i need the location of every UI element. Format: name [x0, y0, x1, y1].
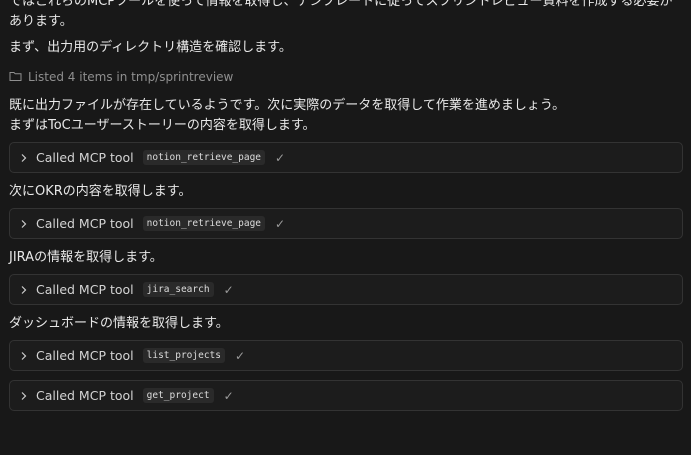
message-text: まず、出力用のディレクトリ構造を確認します。 — [9, 40, 292, 55]
chevron-right-icon[interactable] — [19, 391, 29, 401]
tool-name-chip: jira_search — [142, 282, 214, 297]
message-text: ダッシュボードの情報を取得します。 — [9, 316, 229, 331]
chevron-right-icon[interactable] — [19, 153, 29, 163]
message-text: 次にOKRの内容を取得します。 — [9, 184, 192, 199]
tool-name-chip: notion_retrieve_page — [142, 150, 266, 165]
tool-call-label: Called MCP tool — [36, 150, 134, 165]
listed-items-status[interactable]: Listed 4 items in tmp/sprintreview — [9, 68, 683, 86]
chevron-right-icon[interactable] — [19, 351, 29, 361]
tool-call-row[interactable]: Called MCP tool list_projects ✓ — [9, 340, 683, 371]
folder-icon — [9, 70, 22, 85]
tool-name-chip: list_projects — [142, 348, 225, 363]
tool-call-label: Called MCP tool — [36, 216, 134, 231]
message-text: JIRAの情報を取得します。 — [9, 250, 163, 265]
checkmark-icon: ✓ — [275, 216, 286, 231]
message-text: ではこれらのMCPツールを使って情報を取得し、テンプレートに従ってスプリントレビ… — [9, 0, 673, 9]
listed-items-text: Listed 4 items in tmp/sprintreview — [28, 70, 234, 84]
tool-call-row[interactable]: Called MCP tool notion_retrieve_page ✓ — [9, 142, 683, 173]
message-text: 既に出力ファイルが存在しているようです。次に実際のデータを取得して作業を進めまし… — [9, 98, 566, 113]
message-text: あります。 — [9, 14, 73, 29]
checkmark-icon: ✓ — [275, 150, 286, 165]
tool-call-label: Called MCP tool — [36, 388, 134, 403]
checkmark-icon: ✓ — [223, 388, 234, 403]
checkmark-icon: ✓ — [235, 348, 246, 363]
tool-call-label: Called MCP tool — [36, 282, 134, 297]
tool-name-chip: notion_retrieve_page — [142, 216, 266, 231]
checkmark-icon: ✓ — [223, 282, 234, 297]
message-text: まずはToCユーザーストーリーの内容を取得します。 — [9, 118, 316, 133]
tool-call-row[interactable]: Called MCP tool notion_retrieve_page ✓ — [9, 208, 683, 239]
chat-transcript: ではこれらのMCPツールを使って情報を取得し、テンプレートに従ってスプリントレビ… — [9, 0, 683, 420]
tool-call-row[interactable]: Called MCP tool jira_search ✓ — [9, 274, 683, 305]
tool-call-row[interactable]: Called MCP tool get_project ✓ — [9, 380, 683, 411]
tool-call-label: Called MCP tool — [36, 348, 134, 363]
tool-name-chip: get_project — [142, 388, 214, 403]
chevron-right-icon[interactable] — [19, 285, 29, 295]
chevron-right-icon[interactable] — [19, 219, 29, 229]
